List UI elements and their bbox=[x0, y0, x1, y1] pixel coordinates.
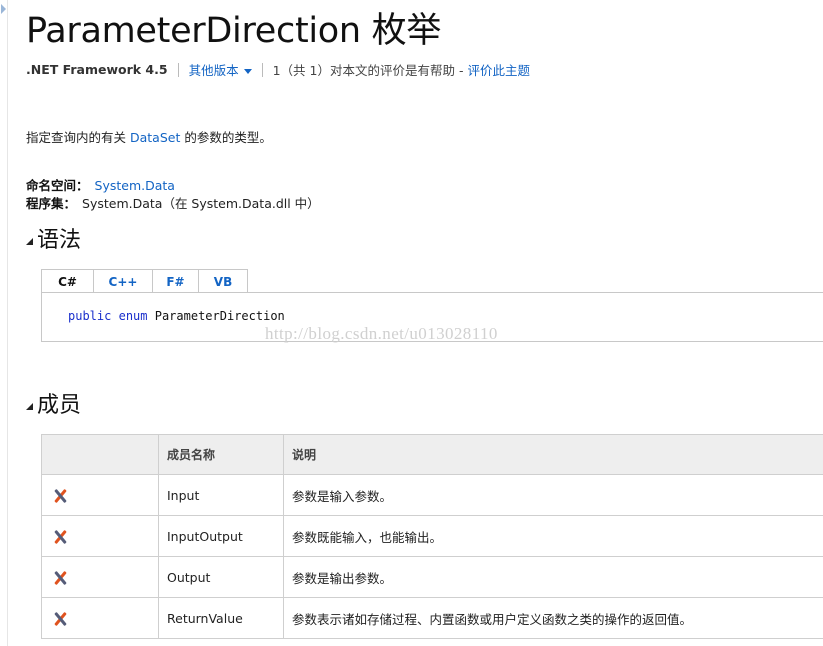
namespace-line: 命名空间： System.Data bbox=[26, 175, 175, 194]
enum-member-icon bbox=[52, 529, 68, 545]
column-header-icon bbox=[41, 434, 159, 475]
enum-member-icon bbox=[52, 570, 68, 586]
tab-vb[interactable]: VB bbox=[198, 269, 248, 293]
expand-arrow-icon[interactable] bbox=[1, 4, 6, 14]
code-keyword-enum: enum bbox=[118, 309, 148, 323]
enum-member-icon bbox=[52, 488, 68, 504]
code-keyword-public: public bbox=[68, 309, 112, 323]
collapse-triangle-icon bbox=[26, 402, 33, 410]
members-heading: 成员 bbox=[37, 393, 82, 418]
collapse-triangle-icon bbox=[26, 237, 33, 245]
code-type-name: ParameterDirection bbox=[154, 309, 285, 323]
watermark: http://blog.csdn.net/u013028110 bbox=[265, 324, 498, 343]
namespace-label: 命名空间： bbox=[26, 178, 89, 193]
caret-down-icon bbox=[243, 69, 252, 74]
rating-text: 1（共 1）对本文的评价是有帮助 - bbox=[272, 63, 464, 78]
table-row: Input 参数是输入参数。 bbox=[41, 474, 823, 516]
members-section-header[interactable]: 成员 bbox=[26, 387, 81, 419]
divider bbox=[261, 62, 263, 77]
member-name: InputOutput bbox=[158, 515, 284, 557]
member-description: 参数表示诸如存储过程、内置函数或用户定义函数之类的操作的返回值。 bbox=[283, 597, 823, 639]
page-title: ParameterDirection 枚举 bbox=[26, 11, 442, 51]
member-description: 参数既能输入，也能输出。 bbox=[283, 515, 823, 557]
member-name: ReturnValue bbox=[158, 597, 284, 639]
assembly-line: 程序集： System.Data（在 System.Data.dll 中） bbox=[26, 193, 320, 212]
other-versions-label: 其他版本 bbox=[188, 63, 239, 78]
column-header-description: 说明 bbox=[283, 434, 823, 475]
code-declaration: public enum ParameterDirection bbox=[68, 309, 285, 323]
syntax-heading: 语法 bbox=[37, 228, 82, 253]
divider bbox=[177, 62, 179, 77]
other-versions-dropdown[interactable]: 其他版本 bbox=[189, 60, 252, 79]
description-suffix: 的参数的类型。 bbox=[180, 130, 272, 145]
member-description: 参数是输出参数。 bbox=[283, 556, 823, 598]
member-name: Output bbox=[158, 556, 284, 598]
table-row: InputOutput 参数既能输入，也能输出。 bbox=[41, 515, 823, 557]
member-icon-cell bbox=[41, 474, 159, 516]
dataset-link[interactable]: DataSet bbox=[130, 130, 180, 145]
member-icon-cell bbox=[41, 515, 159, 557]
language-tabs: C# C++ F# VB bbox=[41, 269, 248, 293]
member-description: 参数是输入参数。 bbox=[283, 474, 823, 516]
meta-bar: .NET Framework 4.5 其他版本 1（共 1）对本文的评价是有帮助… bbox=[26, 60, 530, 79]
member-icon-cell bbox=[41, 556, 159, 598]
description-prefix: 指定查询内的有关 bbox=[26, 130, 130, 145]
tab-fsharp[interactable]: F# bbox=[152, 269, 199, 293]
member-name: Input bbox=[158, 474, 284, 516]
namespace-link[interactable]: System.Data bbox=[95, 178, 175, 193]
rate-topic-link[interactable]: 评价此主题 bbox=[467, 60, 530, 79]
assembly-value: System.Data（在 System.Data.dll 中） bbox=[82, 196, 320, 211]
left-edge-bar bbox=[0, 0, 8, 646]
table-row: ReturnValue 参数表示诸如存储过程、内置函数或用户定义函数之类的操作的… bbox=[41, 597, 823, 639]
tab-cpp[interactable]: C++ bbox=[93, 269, 153, 293]
table-header-row: 成员名称 说明 bbox=[41, 434, 823, 475]
assembly-label: 程序集： bbox=[26, 196, 77, 211]
member-icon-cell bbox=[41, 597, 159, 639]
syntax-section-header[interactable]: 语法 bbox=[26, 222, 81, 254]
enum-description: 指定查询内的有关 DataSet 的参数的类型。 bbox=[26, 127, 272, 146]
column-header-member-name: 成员名称 bbox=[158, 434, 284, 475]
members-table: 成员名称 说明 Input 参数是输入参数。 InputOutput 参数既能输… bbox=[41, 434, 823, 639]
enum-member-icon bbox=[52, 611, 68, 627]
framework-version: .NET Framework 4.5 bbox=[26, 62, 168, 77]
tab-csharp[interactable]: C# bbox=[41, 269, 94, 293]
table-row: Output 参数是输出参数。 bbox=[41, 556, 823, 598]
